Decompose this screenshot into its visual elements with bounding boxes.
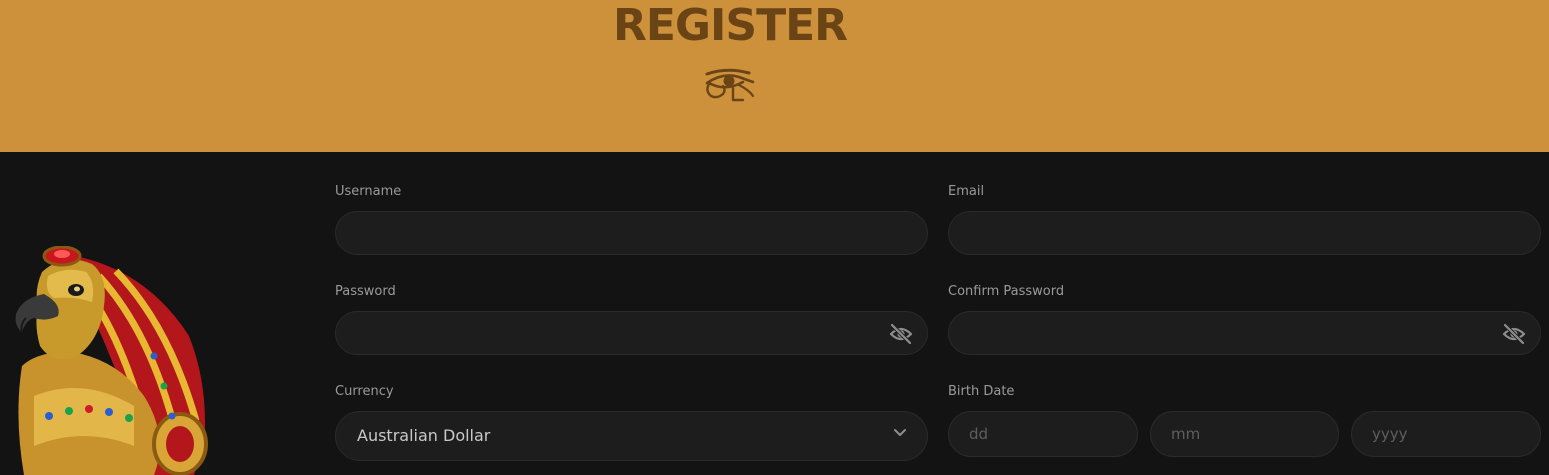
page-title: REGISTER <box>612 0 848 51</box>
birth-date-label: Birth Date <box>948 384 1015 399</box>
horus-falcon-mascot <box>15 246 208 475</box>
eye-off-icon[interactable] <box>889 323 913 345</box>
email-field[interactable] <box>948 211 1541 255</box>
currency-label: Currency <box>335 384 394 399</box>
currency-selected-value: Australian Dollar <box>357 426 491 445</box>
username-label: Username <box>335 184 402 199</box>
currency-select[interactable]: Australian Dollar <box>335 411 928 461</box>
eye-off-icon[interactable] <box>1502 323 1526 345</box>
confirm-password-label: Confirm Password <box>948 284 1065 299</box>
birth-year-field[interactable] <box>1351 411 1541 457</box>
birth-year-input[interactable] <box>1372 412 1490 456</box>
confirm-password-field[interactable] <box>948 311 1541 355</box>
username-field[interactable] <box>335 211 928 255</box>
password-field[interactable] <box>335 311 928 355</box>
birth-day-input[interactable] <box>969 412 1087 456</box>
birth-day-field[interactable] <box>948 411 1138 457</box>
password-label: Password <box>335 284 396 299</box>
password-input[interactable] <box>356 312 877 354</box>
birth-month-field[interactable] <box>1150 411 1339 457</box>
email-label: Email <box>948 184 985 199</box>
eye-of-horus-icon <box>705 68 755 102</box>
confirm-password-input[interactable] <box>969 312 1490 354</box>
chevron-down-icon <box>894 429 906 436</box>
username-input[interactable] <box>356 212 877 254</box>
email-input[interactable] <box>969 212 1490 254</box>
register-header: REGISTER <box>0 0 1549 152</box>
birth-month-input[interactable] <box>1171 412 1288 456</box>
